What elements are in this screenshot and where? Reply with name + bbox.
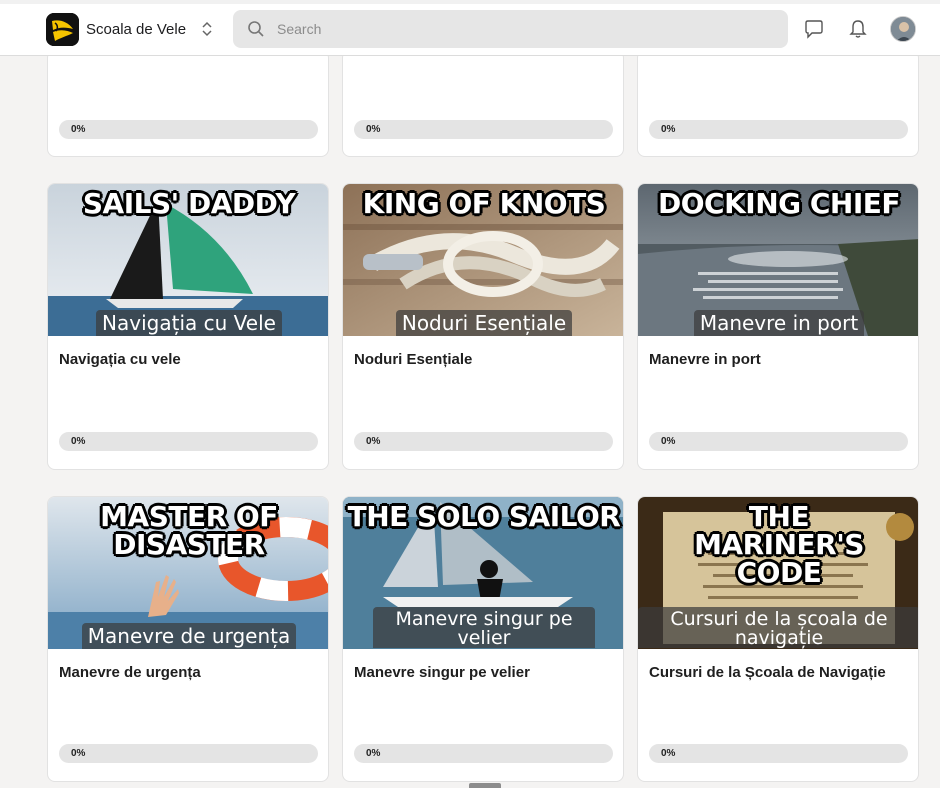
progress-label: 0%	[661, 436, 676, 447]
thumbnail-title: DOCKING CHIEF	[657, 187, 901, 220]
course-title: Manevre de urgența	[59, 664, 201, 681]
thumbnail-caption-box: Manevre in port	[638, 310, 918, 336]
progress-bar: 0%	[59, 432, 318, 451]
thumbnail-caption-box: Cursuri de la școala de navigație	[638, 607, 918, 649]
search-icon	[248, 21, 264, 37]
course-card[interactable]: KING OF KNOTS Noduri Esențiale Noduri Es…	[342, 183, 624, 470]
search-bar[interactable]	[233, 10, 788, 48]
progress-label: 0%	[366, 436, 381, 447]
course-card[interactable]: SAILS' DADDY Navigația cu Vele Navigația…	[47, 183, 329, 470]
school-switcher[interactable]: Scoala de Vele	[46, 13, 186, 46]
thumbnail-caption: Cursuri de la școala de navigație	[638, 607, 918, 648]
course-thumbnail: DOCKING CHIEF Manevre in port	[638, 184, 918, 336]
thumbnail-title: MASTER OF DISASTER	[100, 500, 278, 561]
school-name: Scoala de Vele	[86, 21, 187, 38]
progress-bar: 0%	[354, 744, 613, 763]
course-thumbnail: SAILS' DADDY Navigația cu Vele	[48, 184, 328, 336]
course-thumbnail: KING OF KNOTS Noduri Esențiale	[343, 184, 623, 336]
chat-icon[interactable]	[803, 18, 825, 40]
course-title: Navigația cu vele	[59, 351, 181, 368]
progress-label: 0%	[71, 436, 86, 447]
thumbnail-caption: Manevre in port	[693, 310, 865, 336]
thumbnail-caption: Navigația cu Vele	[96, 310, 282, 336]
course-card-partial[interactable]: 0%	[342, 50, 624, 157]
progress-bar: 0%	[649, 120, 908, 139]
progress-label: 0%	[661, 748, 676, 759]
school-logo	[46, 13, 79, 46]
course-thumbnail: MASTER OF DISASTER Manevre de urgența	[48, 497, 328, 649]
progress-bar: 0%	[649, 744, 908, 763]
top-bar: Scoala de Vele	[0, 0, 940, 56]
thumbnail-caption-box: Manevre singur pe velier	[343, 607, 623, 649]
course-title: Manevre in port	[649, 351, 761, 368]
progress-bar: 0%	[59, 120, 318, 139]
thumbnail-caption-box: Manevre de urgența	[48, 623, 328, 649]
progress-label: 0%	[661, 124, 676, 135]
progress-bar: 0%	[59, 744, 318, 763]
search-input[interactable]	[277, 21, 757, 37]
progress-bar: 0%	[649, 432, 908, 451]
avatar[interactable]	[890, 16, 916, 42]
bell-icon[interactable]	[847, 18, 869, 40]
thumbnail-caption-box: Noduri Esențiale	[343, 310, 623, 336]
course-thumbnail: THE MARINER'S CODE Cursuri de la școala …	[638, 497, 918, 649]
progress-label: 0%	[71, 124, 86, 135]
progress-label: 0%	[71, 748, 86, 759]
thumbnail-caption: Manevre de urgența	[81, 623, 297, 649]
course-card[interactable]: MASTER OF DISASTER Manevre de urgența Ma…	[47, 496, 329, 782]
course-title: Manevre singur pe velier	[354, 664, 530, 681]
progress-label: 0%	[366, 748, 381, 759]
thumbnail-title: THE MARINER'S CODE	[694, 500, 864, 589]
thumbnail-caption: Noduri Esențiale	[395, 310, 573, 336]
course-card-partial[interactable]: 0%	[637, 50, 919, 157]
course-title: Noduri Esențiale	[354, 351, 473, 368]
thumbnail-title: KING OF KNOTS	[362, 187, 606, 220]
course-title: Cursuri de la Școala de Navigație	[649, 664, 886, 681]
course-card[interactable]: THE MARINER'S CODE Cursuri de la școala …	[637, 496, 919, 782]
progress-bar: 0%	[354, 120, 613, 139]
course-card-partial[interactable]: 0%	[47, 50, 329, 157]
thumbnail-caption: Manevre singur pe velier	[373, 607, 595, 648]
course-card[interactable]: DOCKING CHIEF Manevre in port Manevre in…	[637, 183, 919, 470]
progress-bar: 0%	[354, 432, 613, 451]
thumbnail-title: THE SOLO SAILOR	[347, 500, 621, 533]
course-card[interactable]: THE SOLO SAILOR Manevre singur pe velier…	[342, 496, 624, 782]
chevron-up-down-icon[interactable]	[198, 18, 216, 40]
thumbnail-caption-box: Navigația cu Vele	[48, 310, 328, 336]
scroll-handle[interactable]	[469, 783, 501, 788]
progress-label: 0%	[366, 124, 381, 135]
thumbnail-title: SAILS' DADDY	[82, 187, 296, 220]
course-thumbnail: THE SOLO SAILOR Manevre singur pe velier	[343, 497, 623, 649]
